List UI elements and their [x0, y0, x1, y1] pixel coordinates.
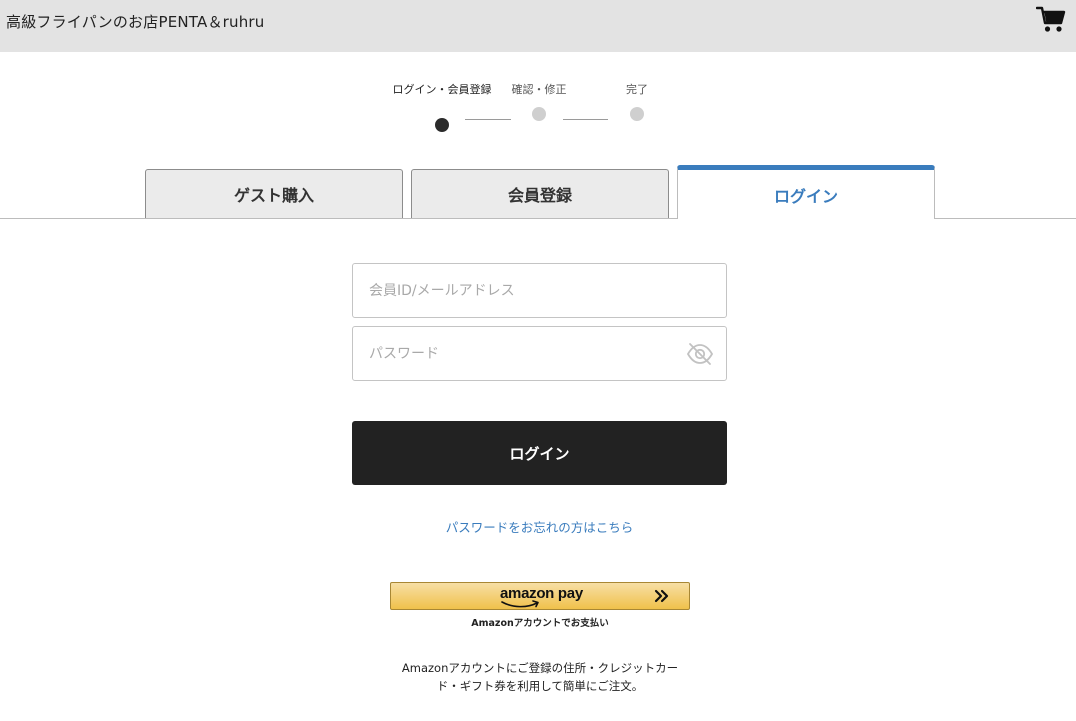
step-label-login: ログイン・会員登録	[392, 83, 492, 96]
login-button[interactable]: ログイン	[352, 421, 727, 485]
password-input[interactable]	[369, 327, 679, 380]
tab-member-register[interactable]: 会員登録	[411, 169, 669, 218]
tab-login[interactable]: ログイン	[677, 165, 935, 219]
step-label-complete: 完了	[626, 83, 648, 96]
amazon-pay-note: Amazonアカウントにご登録の住所・クレジットカー ド・ギフト券を利用して簡単…	[390, 659, 690, 695]
checkout-steps: ログイン・会員登録 確認・修正 完了	[0, 0, 1076, 140]
forgot-password-link[interactable]: パスワードをお忘れの方はこちら	[352, 517, 727, 536]
member-id-input[interactable]	[369, 264, 679, 317]
eye-slash-icon[interactable]	[686, 341, 714, 367]
step-connector	[563, 119, 608, 120]
step-dot-confirm	[532, 107, 546, 121]
step-dot-complete	[630, 107, 644, 121]
amazon-pay-note-line: Amazonアカウントにご登録の住所・クレジットカー	[401, 661, 679, 675]
step-dot-login	[435, 118, 449, 132]
step-label-confirm: 確認・修正	[511, 83, 567, 96]
member-id-field-wrapper	[352, 263, 727, 318]
amazon-smile-icon	[501, 600, 539, 608]
amazon-pay-caption: Amazonアカウントでお支払い	[471, 618, 609, 629]
amazon-pay-note-line: ド・ギフト券を利用して簡単にご注文。	[436, 679, 644, 693]
double-chevron-right-icon	[654, 589, 669, 603]
step-connector	[465, 119, 511, 120]
tab-guest-purchase[interactable]: ゲスト購入	[145, 169, 403, 218]
password-field-wrapper	[352, 326, 727, 381]
amazon-pay-button[interactable]: amazon pay	[390, 582, 690, 610]
